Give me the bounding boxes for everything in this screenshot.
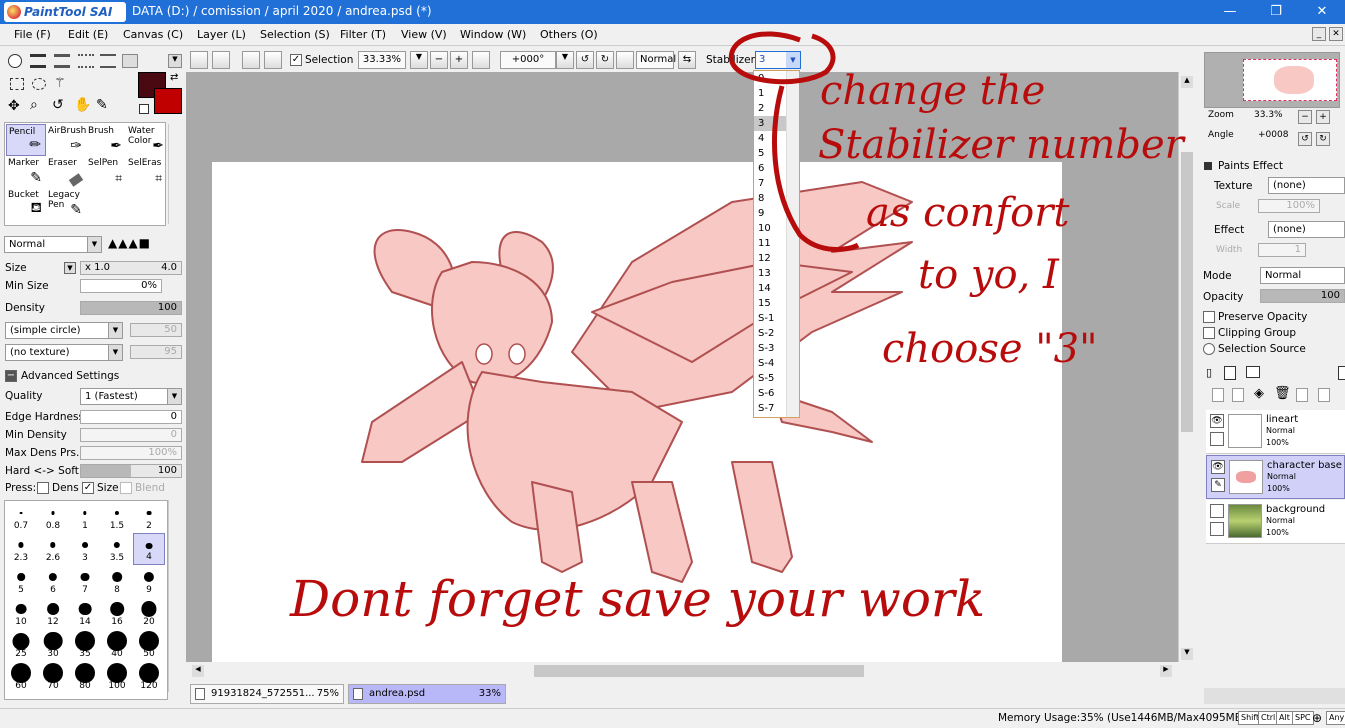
annotation-line-3: as confort [866, 190, 1070, 236]
annotation-line-1: change the [820, 68, 1046, 114]
annotation-line-6: Dont forget save your work [290, 570, 986, 628]
annotation-line-4: to yo, I [918, 252, 1059, 298]
annotation-line-2: Stabilizer number [818, 122, 1184, 168]
annotation-line-5: choose "3" [882, 326, 1098, 372]
